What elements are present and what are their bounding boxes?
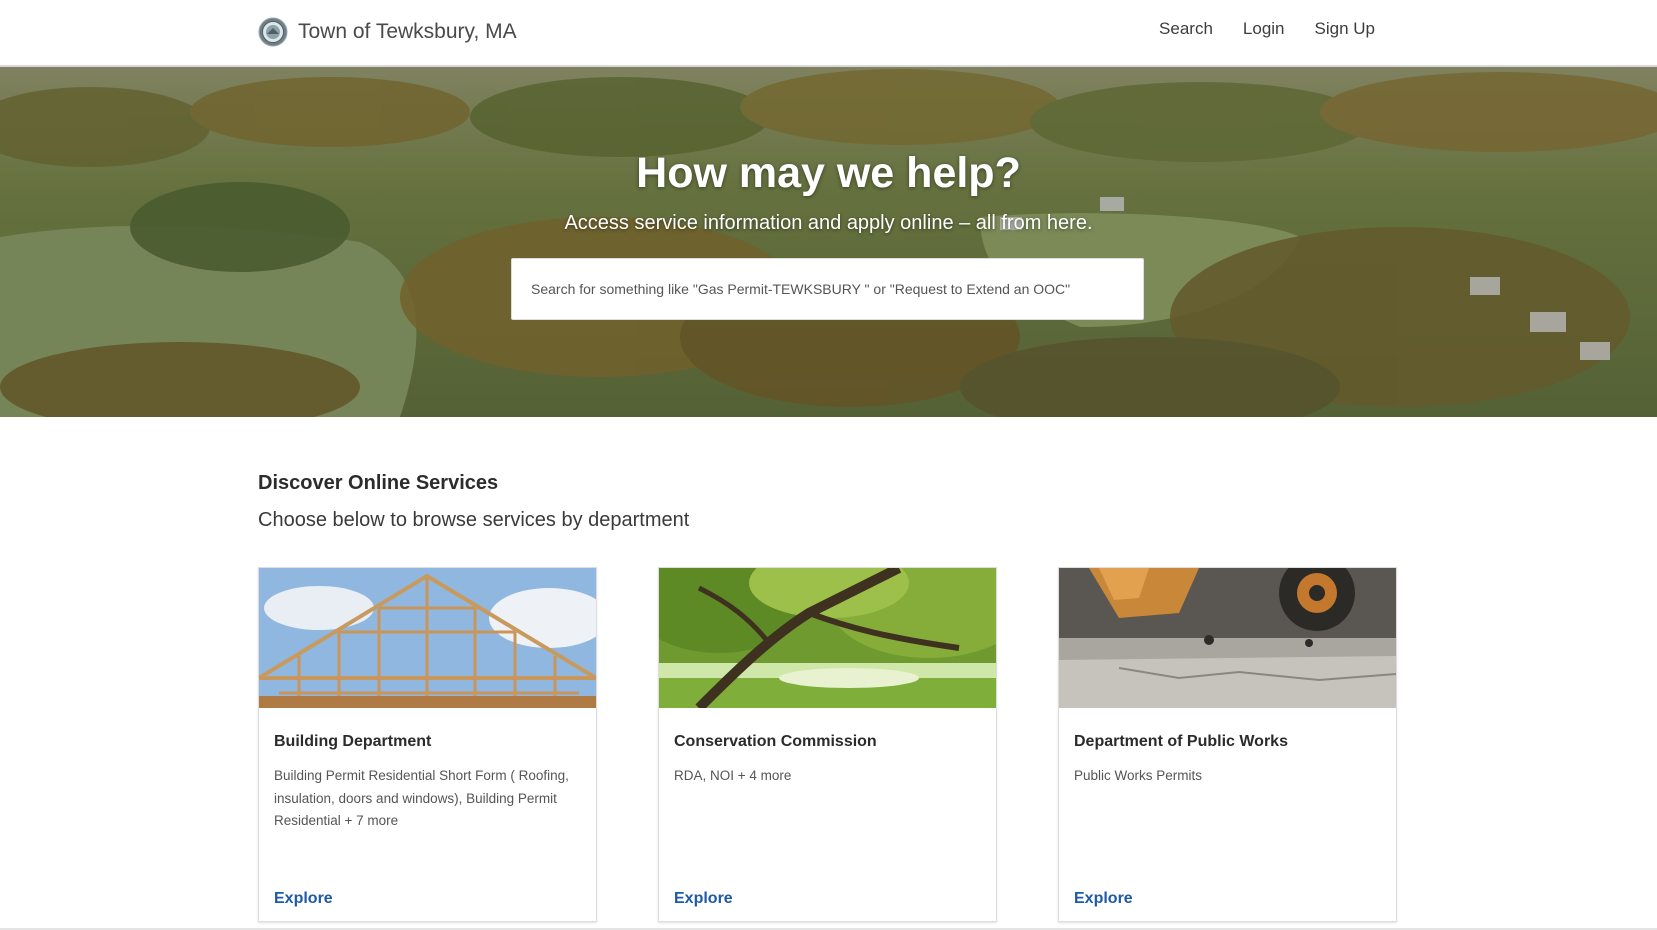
town-seal-icon: [258, 17, 288, 47]
nav-login-link[interactable]: Login: [1243, 19, 1285, 39]
card-description: Public Works Permits: [1074, 768, 1203, 783]
department-card-building[interactable]: Building Department Building Permit Resi…: [258, 567, 597, 922]
card-description: Building Permit Residential Short Form (…: [274, 768, 569, 828]
nav-signup-link[interactable]: Sign Up: [1315, 19, 1375, 39]
hero-content: How may we help? Access service informat…: [0, 67, 1657, 417]
top-nav: Search Login Sign Up: [1159, 19, 1375, 39]
discover-subtitle: Choose below to browse services by depar…: [258, 509, 690, 531]
brand-home-link[interactable]: Town of Tewksbury, MA: [258, 17, 517, 47]
card-title: Department of Public Works: [1074, 733, 1288, 750]
site-header: Town of Tewksbury, MA Search Login Sign …: [0, 0, 1657, 67]
nav-search-link[interactable]: Search: [1159, 19, 1213, 39]
hero-title: How may we help?: [636, 149, 1021, 197]
discover-title: Discover Online Services: [258, 472, 499, 494]
card-title: Conservation Commission: [674, 733, 877, 750]
tree-park-image: [659, 568, 996, 708]
explore-link[interactable]: Explore: [1074, 890, 1133, 908]
explore-link[interactable]: Explore: [274, 890, 333, 908]
road-construction-image: [1059, 568, 1396, 708]
card-title: Building Department: [274, 733, 432, 750]
hero-search-input[interactable]: [512, 259, 1143, 319]
house-framing-image: [259, 568, 596, 708]
hero-search-box: [511, 258, 1144, 320]
department-card-conservation[interactable]: Conservation Commission RDA, NOI + 4 mor…: [658, 567, 997, 922]
card-description: RDA, NOI + 4 more: [674, 768, 792, 783]
department-card-public-works[interactable]: Department of Public Works Public Works …: [1058, 567, 1397, 922]
hero-banner: How may we help? Access service informat…: [0, 67, 1657, 417]
brand-name: Town of Tewksbury, MA: [298, 20, 517, 43]
explore-link[interactable]: Explore: [674, 890, 733, 908]
hero-subtitle: Access service information and apply onl…: [564, 212, 1093, 234]
